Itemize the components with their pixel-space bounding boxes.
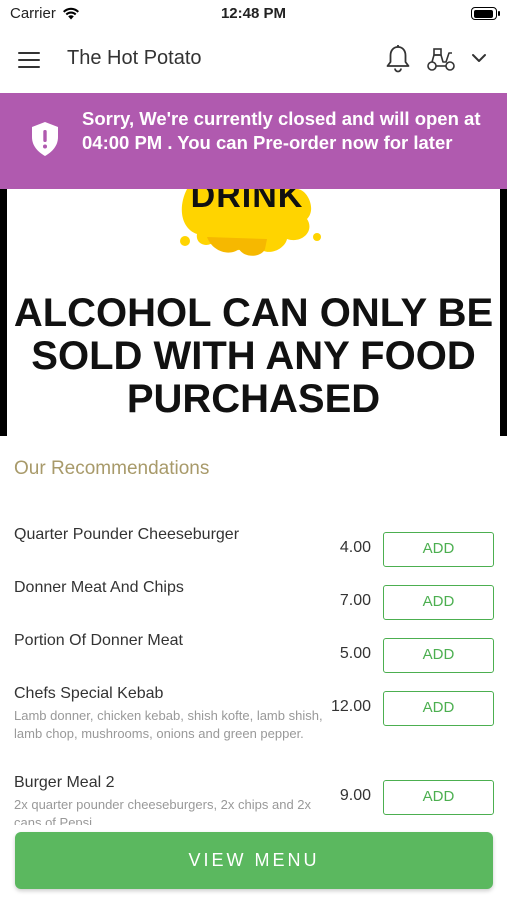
bell-icon[interactable] [384, 44, 412, 74]
add-button[interactable]: ADD [383, 532, 494, 567]
battery-icon [471, 7, 500, 20]
item-name: Burger Meal 2 [14, 774, 115, 791]
closed-message: Sorry, We're currently closed and will o… [82, 108, 481, 153]
item-name: Chefs Special Kebab [14, 685, 164, 702]
add-button[interactable]: ADD [383, 585, 494, 620]
drink-splash-graphic: DRINK [167, 189, 327, 264]
promo-banner-image: DRINK ALCOHOL CAN ONLY BE SOLD WITH ANY … [0, 189, 507, 436]
clock: 12:48 PM [220, 5, 287, 22]
item-price: 9.00 [339, 787, 371, 804]
alcohol-notice-text: ALCOHOL CAN ONLY BE SOLD WITH ANY FOOD P… [13, 291, 494, 421]
status-bar: Carrier 12:48 PM [0, 0, 507, 28]
item-description: 2x quarter pounder cheeseburgers, 2x chi… [14, 797, 312, 825]
add-button[interactable]: ADD [383, 638, 494, 673]
add-button[interactable]: ADD [383, 780, 494, 815]
closed-notice-banner: Sorry, We're currently closed and will o… [0, 93, 507, 189]
item-name: Quarter Pounder Cheeseburger [14, 526, 240, 543]
recommendations-list: Quarter Pounder Cheeseburger 4.00 ADD Do… [0, 520, 507, 825]
item-price: 12.00 [330, 698, 371, 715]
hamburger-menu-icon[interactable] [18, 46, 50, 74]
item-name: Portion Of Donner Meat [14, 632, 183, 649]
scooter-icon[interactable] [425, 44, 457, 74]
item-description: Lamb donner, chicken kebab, shish kofte,… [14, 708, 323, 741]
restaurant-title: The Hot Potato [67, 47, 202, 69]
view-menu-button[interactable]: VIEW MENU [15, 832, 493, 889]
item-price: 4.00 [339, 539, 371, 556]
add-button[interactable]: ADD [383, 691, 494, 726]
item-name: Donner Meat And Chips [14, 579, 184, 596]
item-price: 7.00 [339, 592, 371, 609]
item-price: 5.00 [339, 645, 371, 662]
shield-alert-icon [32, 122, 58, 156]
splash-text: DRINK [190, 189, 304, 215]
chevron-down-icon[interactable] [469, 48, 489, 68]
app-header: The Hot Potato [0, 28, 507, 92]
recommendations-heading: Our Recommendations [14, 458, 210, 479]
